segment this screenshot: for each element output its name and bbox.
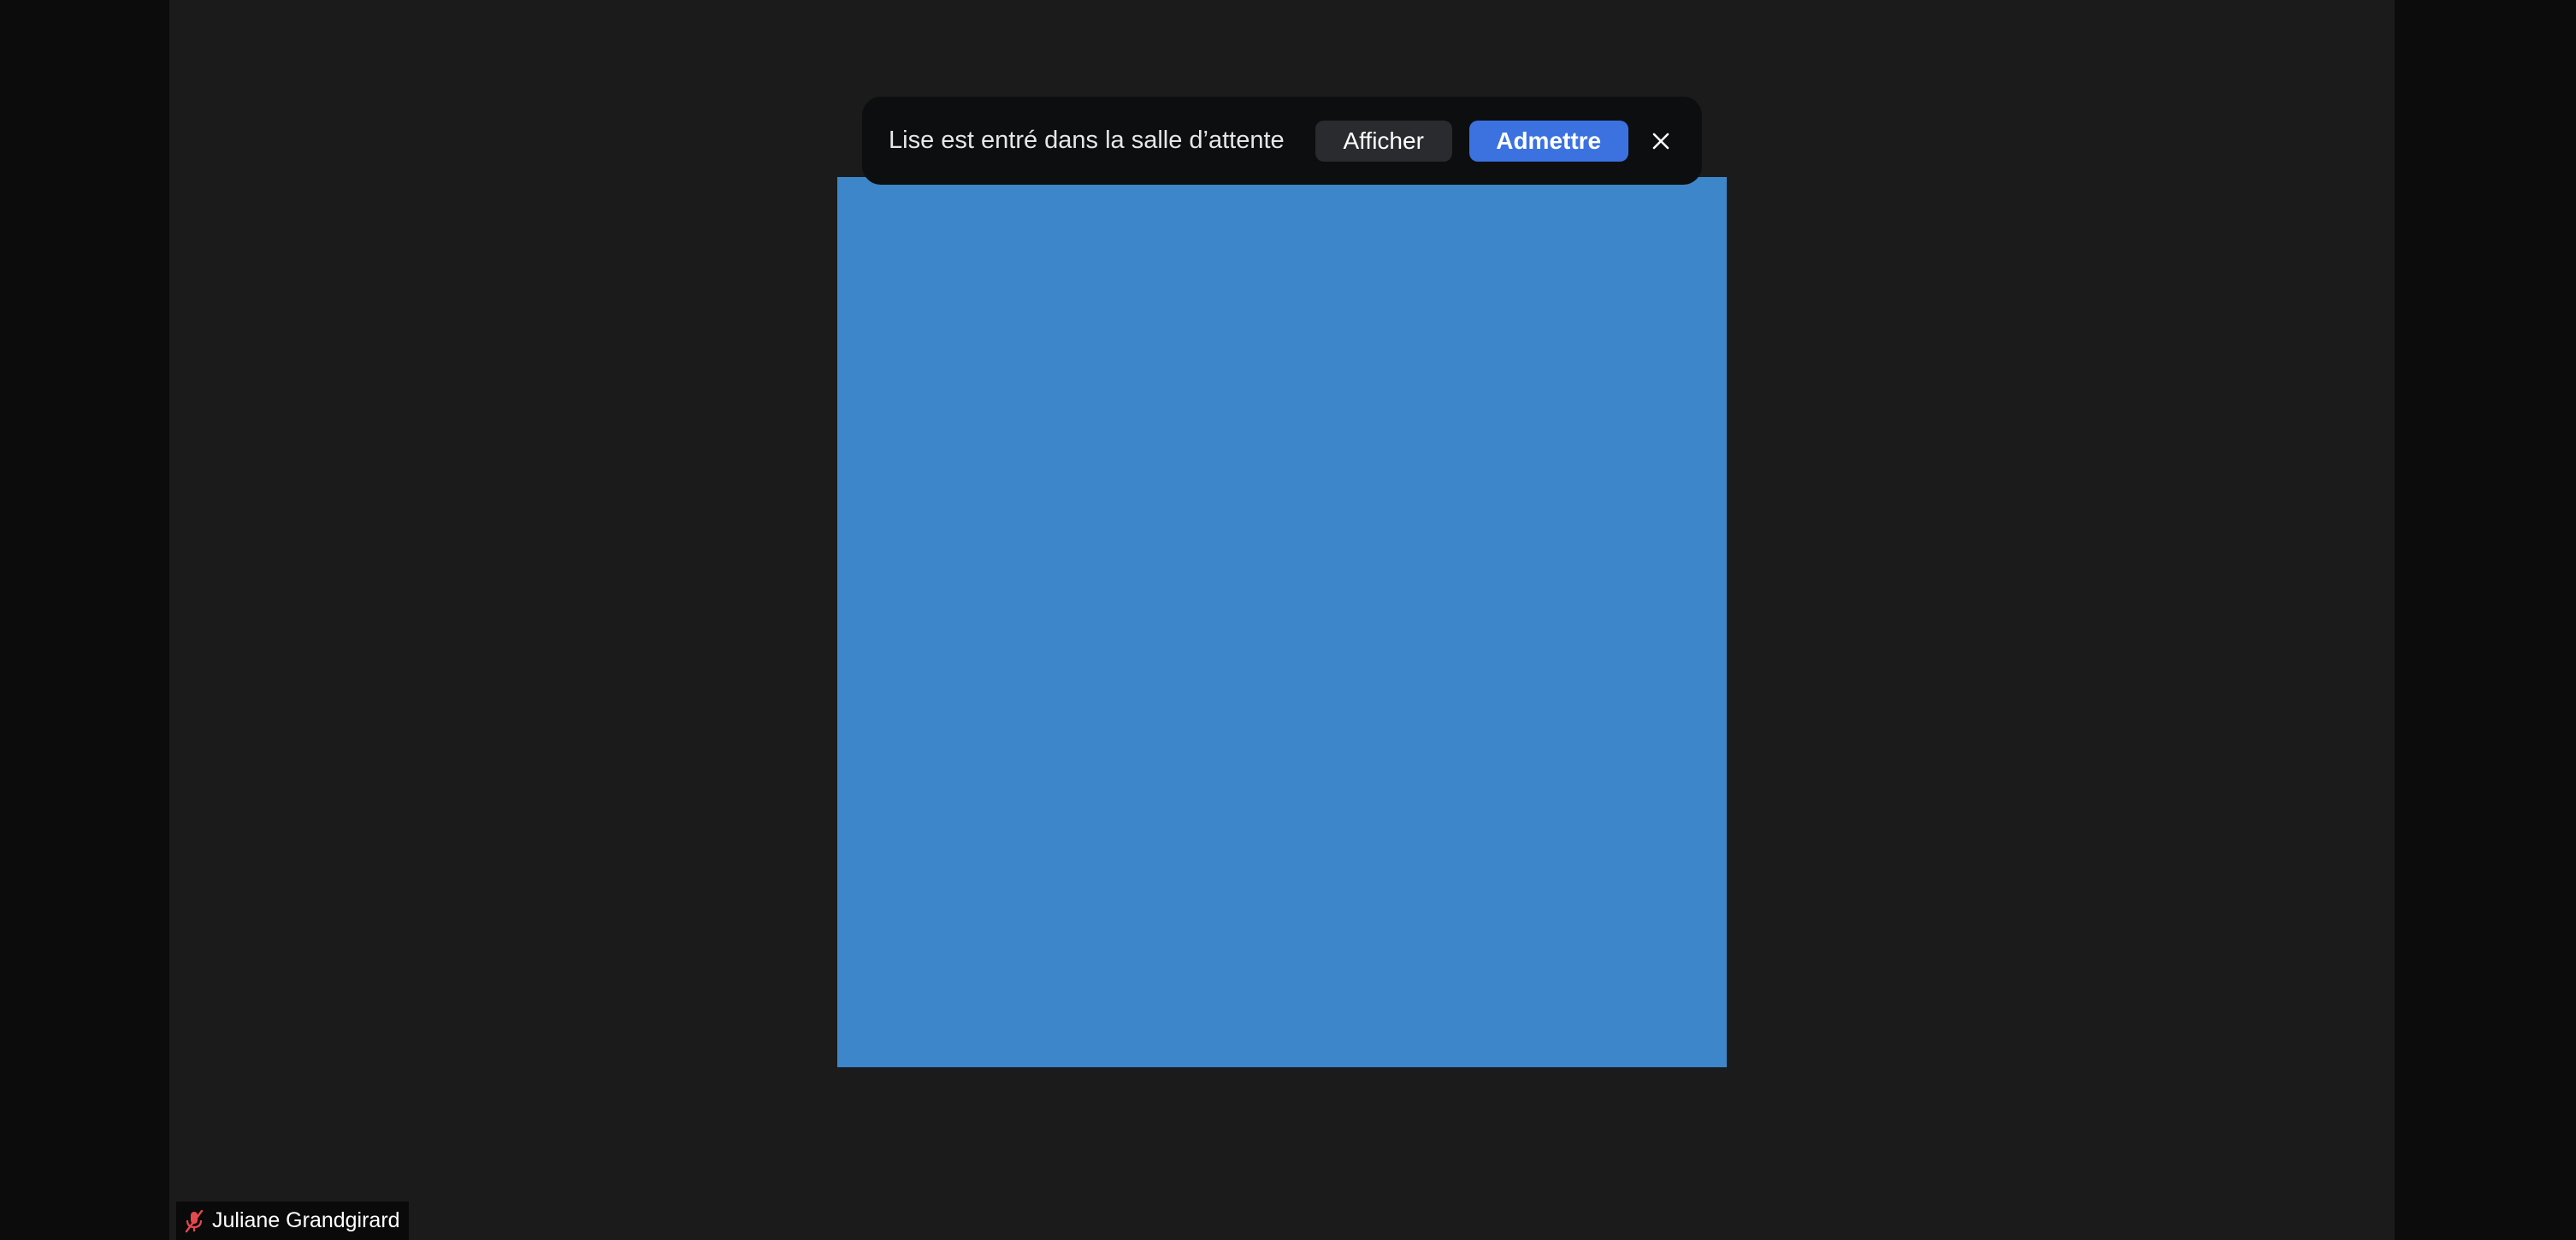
waiting-room-notification: Lise est entré dans la salle d’attente A…: [862, 97, 1702, 185]
notification-message: Lise est entré dans la salle d’attente: [889, 127, 1285, 154]
close-icon[interactable]: [1645, 126, 1676, 156]
participant-video-tile[interactable]: [837, 177, 1727, 1067]
participant-name: Juliane Grandgirard: [212, 1208, 400, 1232]
admit-button[interactable]: Admettre: [1468, 120, 1628, 162]
close-glyph: [1652, 133, 1669, 149]
view-button[interactable]: Afficher: [1315, 120, 1452, 162]
meeting-window: Lise est entré dans la salle d’attente A…: [0, 0, 2576, 1240]
mic-muted-icon: [181, 1208, 207, 1234]
participant-name-label: Juliane Grandgirard: [176, 1202, 409, 1240]
